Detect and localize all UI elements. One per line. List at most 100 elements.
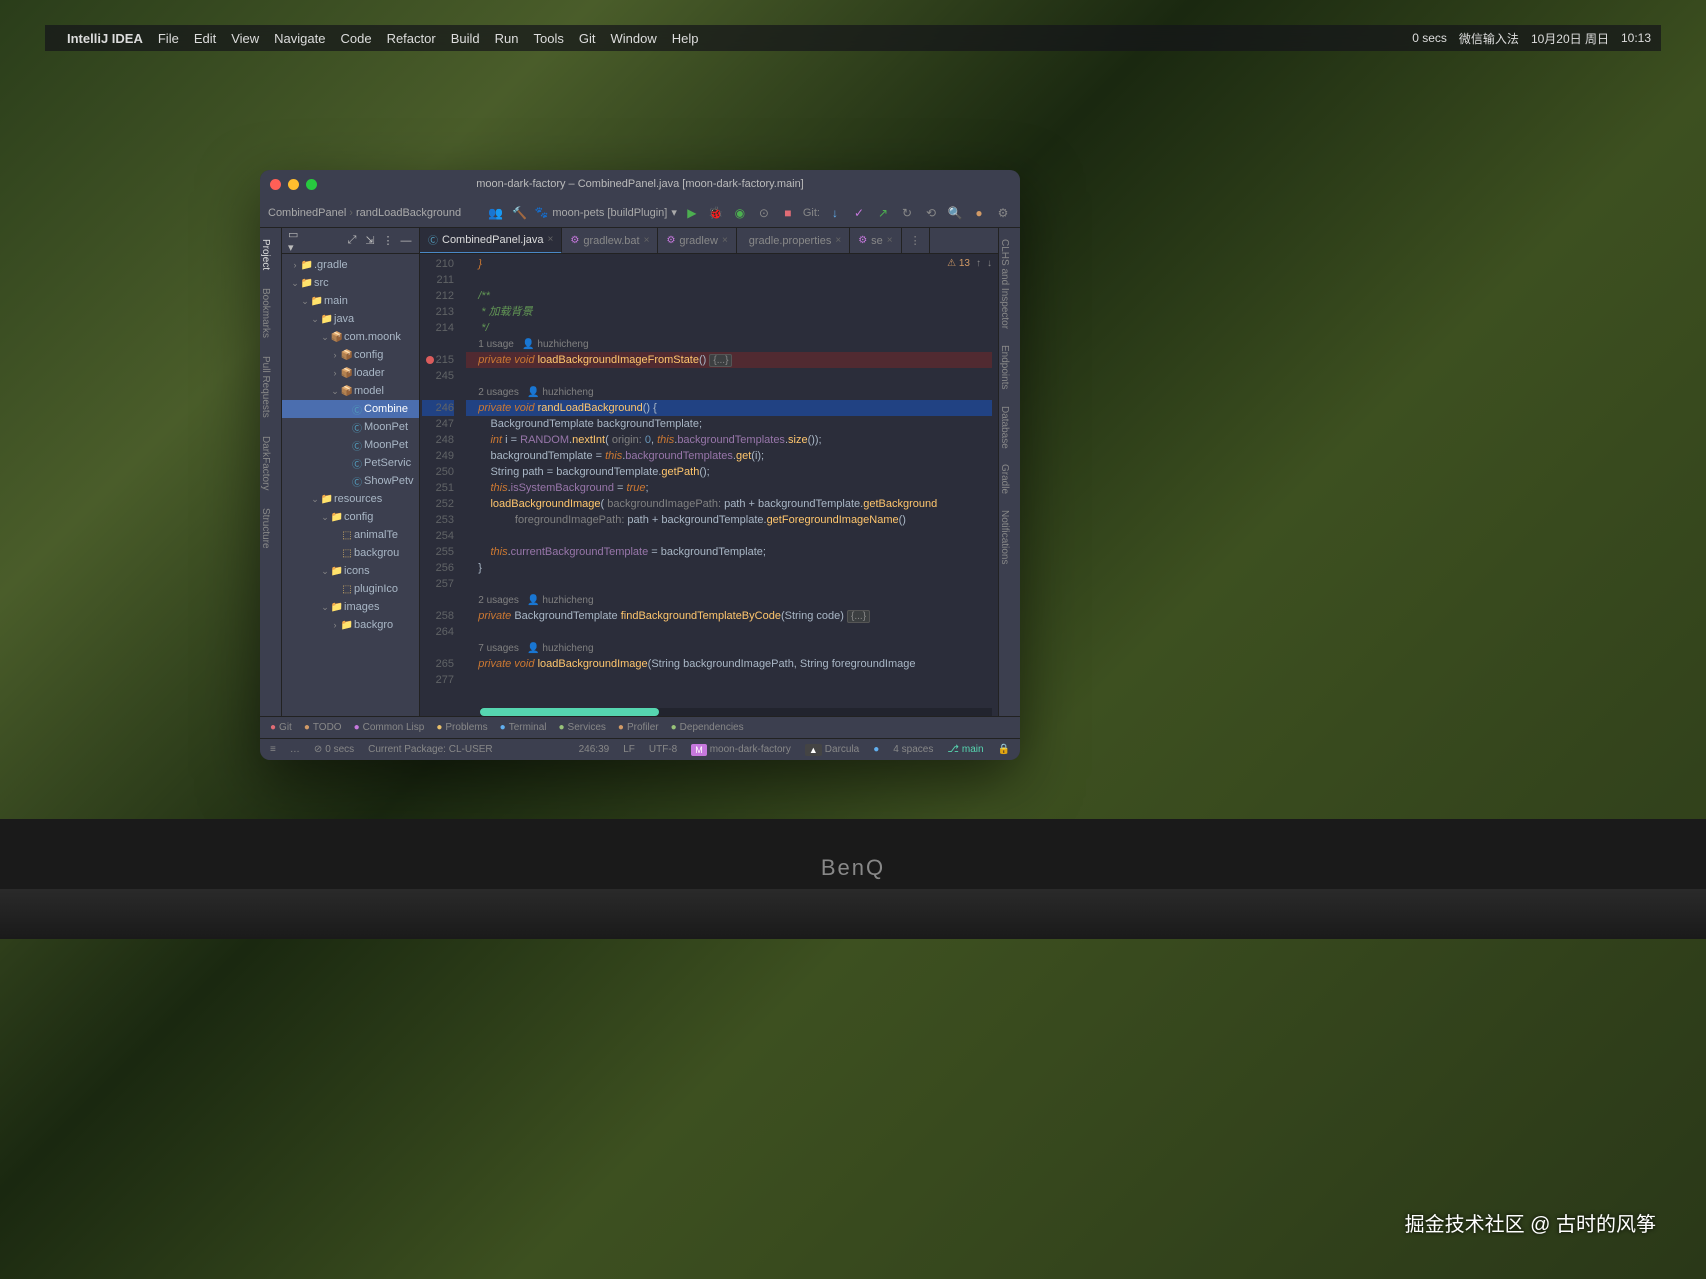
editor-tab[interactable]: ⚙gradlew× xyxy=(658,228,736,254)
tree-row[interactable]: ⬚animalTe xyxy=(282,526,419,544)
debug-icon[interactable]: 🐞 xyxy=(707,204,725,222)
minimize-window-icon[interactable] xyxy=(288,179,299,190)
push-icon[interactable]: ↗ xyxy=(874,204,892,222)
commit-icon[interactable]: ✓ xyxy=(850,204,868,222)
sb-readonly-icon[interactable]: ● xyxy=(873,744,879,755)
tree-row[interactable]: ›📁backgro xyxy=(282,616,419,634)
tree-row[interactable]: ⒸMoonPet xyxy=(282,436,419,454)
menubar-date[interactable]: 10月20日 周日 xyxy=(1531,30,1609,47)
project-tree[interactable]: ›📁.gradle⌄📁src⌄📁main⌄📁java⌄📦com.moonk›📦c… xyxy=(282,254,419,636)
project-nav-icon[interactable]: ▭ ▾ xyxy=(288,234,302,248)
close-tab-icon[interactable]: × xyxy=(722,235,728,246)
bottom-tab[interactable]: ●Dependencies xyxy=(671,722,744,733)
tree-row[interactable]: ›📦config xyxy=(282,346,419,364)
hide-panel-icon[interactable]: — xyxy=(399,234,413,248)
tool-notifications[interactable]: Notifications xyxy=(999,507,1020,567)
app-name[interactable]: IntelliJ IDEA xyxy=(67,31,143,46)
ide-settings-icon[interactable]: ● xyxy=(970,204,988,222)
tree-row[interactable]: ⌄📁resources xyxy=(282,490,419,508)
tree-row[interactable]: ⌄📁config xyxy=(282,508,419,526)
tool-clhs[interactable]: CLHS and Inspector xyxy=(999,236,1020,332)
run-config-selector[interactable]: 🐾 moon-pets [buildPlugin] ▾ xyxy=(535,206,677,219)
bottom-tab[interactable]: ●Problems xyxy=(436,722,487,733)
breadcrumb-method[interactable]: randLoadBackground xyxy=(356,207,461,219)
tree-row[interactable]: ⬚backgrou xyxy=(282,544,419,562)
sb-indent[interactable]: 4 spaces xyxy=(893,744,933,755)
tool-structure[interactable]: Structure xyxy=(260,505,281,552)
menubar-time[interactable]: 10:13 xyxy=(1621,31,1651,45)
menu-window[interactable]: Window xyxy=(610,31,656,46)
tree-row[interactable]: ⌄📁icons xyxy=(282,562,419,580)
sb-lock-icon[interactable]: 🔒 xyxy=(998,744,1010,755)
run-icon[interactable]: ▶ xyxy=(683,204,701,222)
maximize-window-icon[interactable] xyxy=(306,179,317,190)
titlebar[interactable]: moon-dark-factory – CombinedPanel.java [… xyxy=(260,170,1020,198)
warning-badge[interactable]: ⚠ 13 xyxy=(947,258,970,269)
menu-build[interactable]: Build xyxy=(451,31,480,46)
tree-row[interactable]: ⌄📁main xyxy=(282,292,419,310)
close-window-icon[interactable] xyxy=(270,179,281,190)
sb-line-sep[interactable]: LF xyxy=(623,744,635,755)
editor-tab[interactable]: ⒸCombinedPanel.java× xyxy=(420,228,562,254)
scroll-thumb[interactable] xyxy=(480,708,659,716)
tree-row[interactable]: ⒸCombine xyxy=(282,400,419,418)
search-icon[interactable]: 🔍 xyxy=(946,204,964,222)
tabs-more-icon[interactable]: ⋮ xyxy=(902,228,930,254)
expand-icon[interactable]: ⤢ xyxy=(345,234,359,248)
tree-row[interactable]: ⒸShowPetv xyxy=(282,472,419,490)
sb-more-icon[interactable]: … xyxy=(290,744,300,755)
menu-code[interactable]: Code xyxy=(340,31,371,46)
gear-icon[interactable]: ⚙ xyxy=(994,204,1012,222)
tool-database[interactable]: Database xyxy=(999,403,1020,452)
bottom-tab[interactable]: ●TODO xyxy=(304,722,342,733)
bottom-tab[interactable]: ●Common Lisp xyxy=(354,722,425,733)
editor-tab[interactable]: ⚙se× xyxy=(850,228,901,254)
menu-file[interactable]: File xyxy=(158,31,179,46)
tool-gradle[interactable]: Gradle xyxy=(999,461,1020,497)
stop-icon[interactable]: ■ xyxy=(779,204,797,222)
sb-module[interactable]: M moon-dark-factory xyxy=(691,744,791,756)
bottom-tab[interactable]: ●Git xyxy=(270,722,292,733)
code-editor[interactable]: 2102112122132142152452462472482492502512… xyxy=(420,254,998,716)
editor-inspections[interactable]: ⚠ 13 ↑ ↓ xyxy=(947,258,992,269)
tool-pull-requests[interactable]: Pull Requests xyxy=(260,353,281,421)
tree-row[interactable]: ⌄📁src xyxy=(282,274,419,292)
users-icon[interactable]: 👥 xyxy=(487,204,505,222)
breadcrumb-class[interactable]: CombinedPanel xyxy=(268,207,346,219)
tree-row[interactable]: ⌄📦com.moonk xyxy=(282,328,419,346)
update-icon[interactable]: ↓ xyxy=(826,204,844,222)
tree-row[interactable]: ⌄📁images xyxy=(282,598,419,616)
panel-gear-icon[interactable]: ⋮ xyxy=(381,234,395,248)
rollback-icon[interactable]: ⟲ xyxy=(922,204,940,222)
sb-cursor-pos[interactable]: 246:39 xyxy=(579,744,610,755)
tree-row[interactable]: ›📁.gradle xyxy=(282,256,419,274)
menu-refactor[interactable]: Refactor xyxy=(387,31,436,46)
hammer-icon[interactable]: 🔨 xyxy=(511,204,529,222)
menu-help[interactable]: Help xyxy=(672,31,699,46)
tree-row[interactable]: ⒸPetServic xyxy=(282,454,419,472)
tree-row[interactable]: ⌄📁java xyxy=(282,310,419,328)
close-tab-icon[interactable]: × xyxy=(644,235,650,246)
sb-branch[interactable]: ⎇ main xyxy=(947,744,983,755)
bottom-tab[interactable]: ●Profiler xyxy=(618,722,659,733)
tree-row[interactable]: ⬚pluginIco xyxy=(282,580,419,598)
sb-processes-icon[interactable]: ≡ xyxy=(270,744,276,755)
collapse-icon[interactable]: ⇲ xyxy=(363,234,377,248)
history-icon[interactable]: ↻ xyxy=(898,204,916,222)
tool-bookmarks[interactable]: Bookmarks xyxy=(260,285,281,341)
sb-encoding[interactable]: UTF-8 xyxy=(649,744,677,755)
close-tab-icon[interactable]: × xyxy=(548,234,554,245)
tree-row[interactable]: ⒸMoonPet xyxy=(282,418,419,436)
sb-theme[interactable]: ▲ Darcula xyxy=(805,744,859,756)
bottom-tab[interactable]: ●Services xyxy=(558,722,605,733)
editor-tab[interactable]: ⚙gradlew.bat× xyxy=(562,228,658,254)
menu-tools[interactable]: Tools xyxy=(533,31,563,46)
coverage-icon[interactable]: ◉ xyxy=(731,204,749,222)
close-tab-icon[interactable]: × xyxy=(835,235,841,246)
menu-git[interactable]: Git xyxy=(579,31,596,46)
menu-edit[interactable]: Edit xyxy=(194,31,216,46)
line-gutter[interactable]: 2102112122132142152452462472482492502512… xyxy=(420,254,460,716)
editor-tab[interactable]: gradle.properties× xyxy=(737,228,850,254)
code-content[interactable]: } /** * 加载背景 */ 1 usage 👤 huzhicheng pri… xyxy=(460,254,998,716)
status-ime[interactable]: 微信输入法 xyxy=(1459,30,1519,47)
